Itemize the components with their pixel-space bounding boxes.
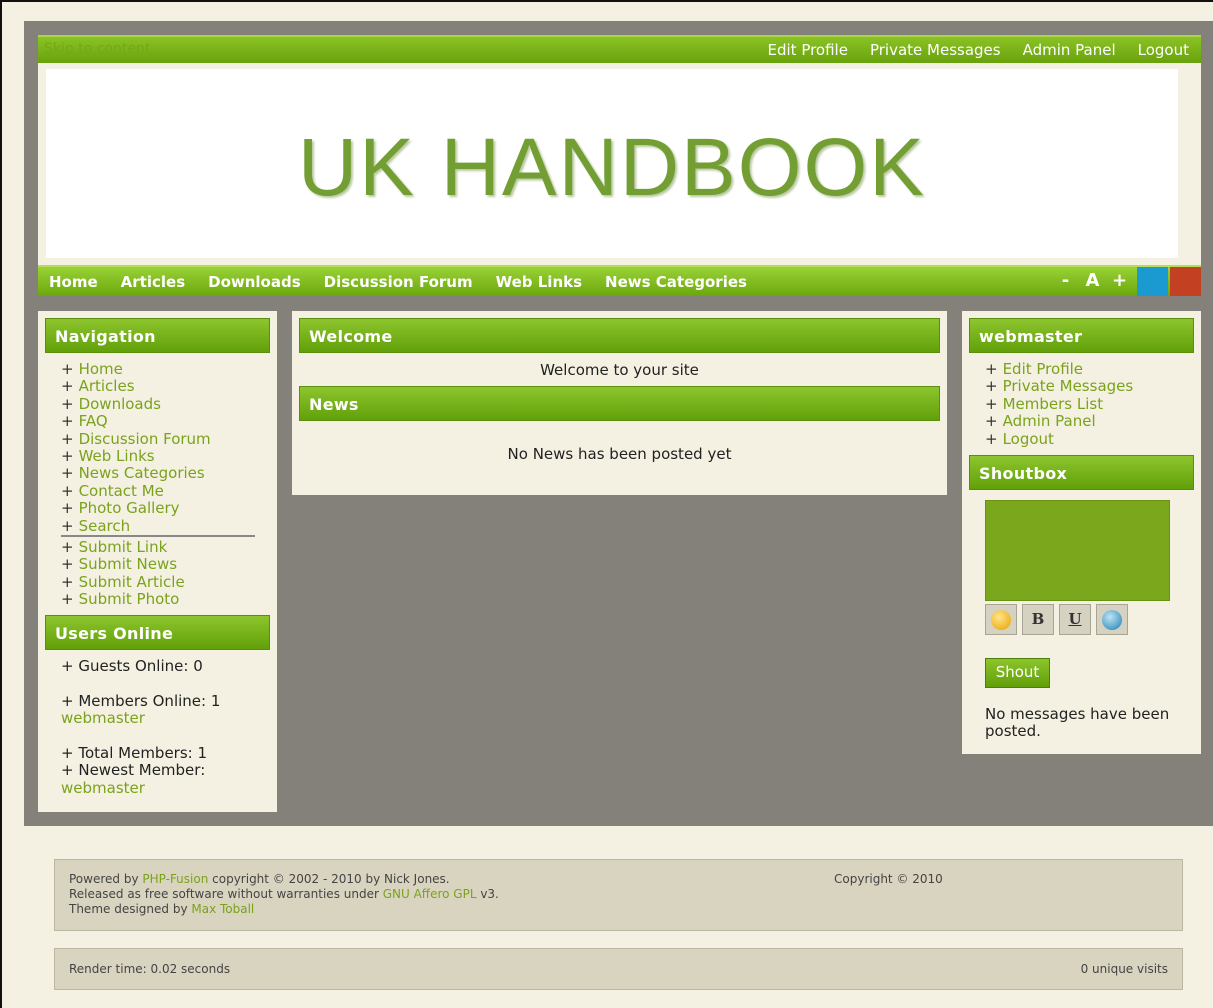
user-panel-list: + Edit Profile + Private Messages + Members… <box>985 360 1133 448</box>
agpl-link[interactable]: GNU Affero GPL <box>383 887 477 901</box>
nav-item[interactable]: + News Categories <box>61 465 211 482</box>
members-online: + Members Online: 1 <box>61 692 221 710</box>
topbar-admin-panel-link[interactable]: Admin Panel <box>1023 41 1116 59</box>
top-bar: Skip to content Edit Profile Private Mes… <box>38 35 1201 63</box>
page-frame: Skip to content Edit Profile Private Mes… <box>24 21 1213 826</box>
url-link-icon[interactable] <box>1096 604 1128 635</box>
footer-stats: Render time: 0.02 seconds 0 unique visit… <box>54 948 1183 990</box>
navigation-divider <box>61 535 255 537</box>
skip-to-content-link[interactable]: Skip to content <box>44 41 150 57</box>
nav-item[interactable]: + Home <box>61 360 211 378</box>
welcome-panel-title: Welcome <box>299 318 940 353</box>
php-fusion-link[interactable]: PHP-Fusion <box>142 872 208 886</box>
powered-by-line: Powered by PHP-Fusion copyright © 2002 -… <box>69 872 450 886</box>
mainnav-news-categories[interactable]: News Categories <box>605 273 747 291</box>
nav-item[interactable]: + Web Links <box>61 447 211 465</box>
news-panel-title: News <box>299 386 940 421</box>
welcome-message: Welcome to your site <box>540 361 699 379</box>
online-member-link[interactable]: webmaster <box>61 709 145 727</box>
mainnav-home[interactable]: Home <box>49 273 98 291</box>
nav-item[interactable]: + Downloads <box>61 395 211 413</box>
mainnav-web-links[interactable]: Web Links <box>496 273 582 291</box>
navigation-panel-title: Navigation <box>45 318 270 353</box>
newest-member: + Newest Member: <box>61 761 206 779</box>
nav-item[interactable]: + Articles <box>61 378 211 395</box>
theme-author-link[interactable]: Max Toball <box>191 902 254 916</box>
license-line: Released as free software without warran… <box>69 887 499 901</box>
user-menu: Edit Profile Private Messages Admin Pane… <box>768 41 1202 59</box>
submit-item[interactable]: + Submit Link <box>61 538 185 556</box>
site-banner[interactable]: UK HANDBOOK <box>46 69 1178 258</box>
no-news-message: No News has been posted yet <box>507 445 732 463</box>
topbar-private-messages-link[interactable]: Private Messages <box>870 41 1001 59</box>
unique-visits: 0 unique visits <box>1080 962 1168 976</box>
mainnav-downloads[interactable]: Downloads <box>208 273 301 291</box>
font-reset-button[interactable]: A <box>1079 270 1106 291</box>
theme-credit-line: Theme designed by Max Toball <box>69 902 255 916</box>
banner-frame: UK HANDBOOK <box>38 63 1201 265</box>
nav-item[interactable]: + Discussion Forum <box>61 430 211 448</box>
shout-message-textarea[interactable] <box>985 500 1170 601</box>
right-sidebar: webmaster + Edit Profile + Private Message… <box>962 311 1201 754</box>
theme-blue-swatch[interactable] <box>1137 267 1168 296</box>
shoutbox-panel-title: Shoutbox <box>969 455 1194 490</box>
submit-item[interactable]: + Submit News <box>61 556 185 573</box>
render-time: Render time: 0.02 seconds <box>69 962 231 976</box>
total-members: + Total Members: 1 <box>61 744 208 762</box>
nav-item[interactable]: + Photo Gallery <box>61 499 211 517</box>
footer-credits: Powered by PHP-Fusion copyright © 2002 -… <box>54 859 1183 931</box>
user-panel-item[interactable]: + Members List <box>985 395 1133 413</box>
user-panel-item[interactable]: + Private Messages <box>985 378 1133 395</box>
nav-item[interactable]: + Search <box>61 517 211 535</box>
shoutbox-empty-message: No messages have been posted. <box>985 705 1170 740</box>
user-panel-item[interactable]: + Edit Profile <box>985 360 1133 378</box>
submit-list: + Submit Link + Submit News + Submit Articl… <box>61 538 185 609</box>
user-panel-item[interactable]: + Admin Panel <box>985 412 1133 430</box>
nav-item[interactable]: + FAQ <box>61 412 211 430</box>
smiley-icon[interactable] <box>985 604 1017 635</box>
user-panel-item[interactable]: + Logout <box>985 430 1133 448</box>
newest-member-link[interactable]: webmaster <box>61 779 145 797</box>
main-navigation-bar: Home Articles Downloads Discussion Forum… <box>38 265 1201 296</box>
font-decrease-button[interactable]: - <box>1052 270 1079 291</box>
underline-button[interactable]: U <box>1059 604 1091 635</box>
mainnav-discussion-forum[interactable]: Discussion Forum <box>324 273 473 291</box>
nav-item[interactable]: + Contact Me <box>61 482 211 500</box>
copyright-text: Copyright © 2010 <box>834 872 943 886</box>
left-sidebar: Navigation + Home + Articles + Downloads + F… <box>38 311 277 812</box>
navigation-list: + Home + Articles + Downloads + FAQ + Discuss… <box>61 360 211 535</box>
bold-button[interactable]: B <box>1022 604 1054 635</box>
main-content: Welcome Welcome to your site News No New… <box>292 311 947 495</box>
topbar-edit-profile-link[interactable]: Edit Profile <box>768 41 848 59</box>
shout-button[interactable]: Shout <box>985 658 1050 688</box>
theme-red-swatch[interactable] <box>1170 267 1201 296</box>
users-online-panel-title: Users Online <box>45 615 270 650</box>
topbar-logout-link[interactable]: Logout <box>1138 41 1189 59</box>
user-panel-title: webmaster <box>969 318 1194 353</box>
site-logo-title: UK HANDBOOK <box>298 122 926 213</box>
mainnav-articles[interactable]: Articles <box>121 273 185 291</box>
submit-item[interactable]: + Submit Article <box>61 573 185 591</box>
guests-online: + Guests Online: 0 <box>61 657 203 675</box>
font-size-controls: - A + <box>1052 270 1133 291</box>
font-increase-button[interactable]: + <box>1106 270 1133 291</box>
submit-item[interactable]: + Submit Photo <box>61 590 185 608</box>
